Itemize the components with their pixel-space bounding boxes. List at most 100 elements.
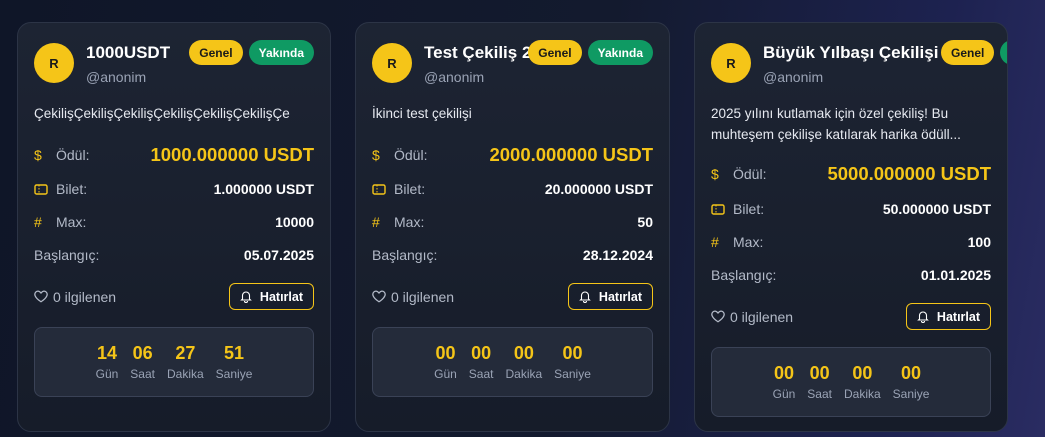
- countdown-minutes: 27 Dakika: [166, 343, 204, 381]
- countdown-hours: 06 Saat: [130, 343, 155, 381]
- remind-label: Hatırlat: [259, 289, 303, 304]
- category-badge: Genel: [528, 40, 582, 65]
- reward-row: $ Ödül: 2000.000000 USDT: [372, 144, 653, 166]
- remind-button[interactable]: Hatırlat: [905, 303, 991, 330]
- start-row: Başlangıç: 01.01.2025: [711, 267, 991, 283]
- giveaway-card[interactable]: R Büyük Yılbaşı Çekilişi @anonim Genel 2…: [694, 22, 1008, 432]
- interest-count: 0 ilgilenen: [730, 308, 794, 325]
- countdown-minutes: 00 Dakika: [843, 363, 881, 401]
- remind-button[interactable]: Hatırlat: [567, 283, 653, 310]
- start-value: 01.01.2025: [920, 267, 991, 283]
- countdown-seconds: 51 Saniye: [215, 343, 253, 381]
- status-badge: Yakında: [587, 40, 653, 65]
- reward-label: Ödül:: [394, 147, 428, 163]
- dollar-icon: $: [711, 166, 719, 182]
- heart-icon: [34, 290, 48, 303]
- max-row: # Max: 100: [711, 234, 991, 250]
- ticket-value: 20.000000 USDT: [544, 181, 653, 197]
- hash-icon: #: [34, 214, 42, 230]
- countdown-timer: 00 Gün 00 Saat 00 Dakika 00 Saniye: [372, 327, 653, 397]
- countdown-hours: 00 Saat: [468, 343, 494, 381]
- heart-icon: [711, 310, 725, 323]
- countdown-timer: 14 Gün 06 Saat 27 Dakika 51 Saniye: [34, 327, 314, 397]
- start-value: 28.12.2024: [582, 247, 653, 263]
- start-label: Başlangıç:: [372, 247, 438, 263]
- reward-label: Ödül:: [56, 147, 90, 163]
- avatar: R: [372, 43, 412, 83]
- reward-value: 5000.000000 USDT: [827, 163, 991, 184]
- action-row: 0 ilgilenen Hatırlat: [711, 303, 991, 330]
- remind-button[interactable]: Hatırlat: [228, 283, 314, 310]
- category-badge: Genel: [941, 40, 995, 65]
- countdown-minutes: 00 Dakika: [505, 343, 543, 381]
- giveaway-card[interactable]: R 1000USDT @anonim Genel Yakında Çekiliş…: [17, 22, 331, 432]
- countdown-days: 14 Gün: [95, 343, 119, 381]
- heart-icon: [372, 290, 386, 303]
- reward-row: $ Ödül: 5000.000000 USDT: [711, 163, 991, 185]
- interest-button[interactable]: 0 ilgilenen: [711, 309, 793, 325]
- ticket-value: 50.000000 USDT: [882, 201, 991, 217]
- max-label: Max:: [394, 214, 425, 230]
- max-value: 50: [637, 214, 653, 230]
- action-row: 0 ilgilenen Hatırlat: [372, 283, 653, 310]
- max-label: Max:: [56, 214, 87, 230]
- avatar: R: [34, 43, 74, 83]
- badge-group: Genel: [941, 40, 1007, 65]
- ticket-row: Bilet: 20.000000 USDT: [372, 181, 653, 197]
- bell-icon: [579, 291, 591, 303]
- countdown-days: 00 Gün: [434, 343, 457, 381]
- card-username: @anonim: [763, 69, 824, 85]
- start-row: Başlangıç: 05.07.2025: [34, 247, 314, 263]
- interest-button[interactable]: 0 ilgilenen: [372, 289, 454, 305]
- ticket-label: Bilet:: [733, 201, 765, 217]
- max-label: Max:: [733, 234, 764, 250]
- start-label: Başlangıç:: [711, 267, 777, 283]
- action-row: 0 ilgilenen Hatırlat: [34, 283, 314, 310]
- countdown-seconds: 00 Saniye: [892, 363, 930, 401]
- card-title: Test Çekiliş 2: [424, 43, 532, 62]
- remind-label: Hatırlat: [936, 309, 980, 324]
- ticket-icon: [34, 183, 56, 195]
- ticket-icon: [711, 203, 733, 215]
- interest-count: 0 ilgilenen: [391, 288, 455, 305]
- ticket-row: Bilet: 1.000000 USDT: [34, 181, 314, 197]
- hash-icon: #: [711, 234, 719, 250]
- card-description: İkinci test çekilişi: [372, 106, 472, 121]
- reward-value: 1000.000000 USDT: [150, 144, 314, 165]
- bell-icon: [917, 311, 929, 323]
- card-title: 1000USDT: [86, 43, 171, 62]
- card-description: 2025 yılını kutlamak için özel çekiliş! …: [711, 106, 961, 142]
- giveaway-card[interactable]: R Test Çekiliş 2 @anonim Genel Yakında İ…: [355, 22, 670, 432]
- reward-row: $ Ödül: 1000.000000 USDT: [34, 144, 314, 166]
- card-username: @anonim: [424, 69, 485, 85]
- interest-count: 0 ilgilenen: [53, 288, 117, 305]
- remind-label: Hatırlat: [598, 289, 642, 304]
- countdown-seconds: 00 Saniye: [554, 343, 591, 381]
- countdown-days: 00 Gün: [772, 363, 796, 401]
- ticket-label: Bilet:: [394, 181, 426, 197]
- badge-group: Genel Yakında: [189, 40, 314, 65]
- hash-icon: #: [372, 214, 380, 230]
- avatar: R: [711, 43, 751, 83]
- dollar-icon: $: [34, 147, 42, 163]
- card-description: ÇekilişÇekilişÇekilişÇekilişÇekilişÇekil…: [34, 106, 290, 121]
- max-row: # Max: 50: [372, 214, 653, 230]
- category-badge: Genel: [189, 40, 243, 65]
- card-title: Büyük Yılbaşı Çekilişi: [763, 43, 939, 62]
- ticket-label: Bilet:: [56, 181, 88, 197]
- badge-group: Genel Yakında: [528, 40, 653, 65]
- ticket-value: 1.000000 USDT: [213, 181, 314, 197]
- card-username: @anonim: [86, 69, 147, 85]
- max-value: 10000: [275, 214, 314, 230]
- interest-button[interactable]: 0 ilgilenen: [34, 289, 116, 305]
- start-row: Başlangıç: 28.12.2024: [372, 247, 653, 263]
- countdown-hours: 00 Saat: [807, 363, 832, 401]
- bell-icon: [240, 291, 252, 303]
- countdown-timer: 00 Gün 00 Saat 00 Dakika 00 Saniye: [711, 347, 991, 417]
- max-row: # Max: 10000: [34, 214, 314, 230]
- dollar-icon: $: [372, 147, 380, 163]
- status-badge: Yakında: [248, 40, 314, 65]
- max-value: 100: [967, 234, 991, 250]
- ticket-row: Bilet: 50.000000 USDT: [711, 201, 991, 217]
- start-label: Başlangıç:: [34, 247, 100, 263]
